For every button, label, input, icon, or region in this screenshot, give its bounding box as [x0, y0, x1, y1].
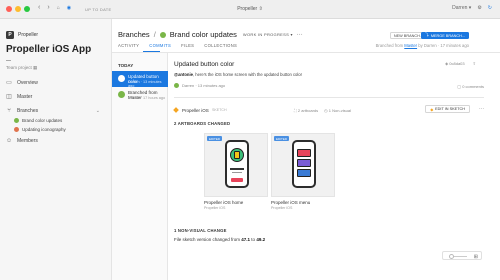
breadcrumb: Branches / Brand color updates WORK IN P… [118, 30, 303, 39]
window-titlebar: ‹ › ⌂ ◉ UP TO DATE Propeller ⇳ Darren ▾ … [0, 0, 500, 19]
tab-files[interactable]: FILES [181, 43, 194, 48]
edit-in-sketch-button[interactable]: ◆ EDIT IN SKETCH [425, 105, 470, 113]
mention[interactable]: @antonie [174, 72, 193, 77]
merge-icon: ⤵ [425, 33, 429, 37]
user-menu[interactable]: Darren ▾ [452, 5, 471, 11]
phone-menu-preview [292, 140, 316, 188]
more-options-icon[interactable]: ··· [297, 32, 303, 38]
artboard-name: Propeller iOS home [204, 200, 244, 205]
settings-icon[interactable]: ⚙ [477, 5, 481, 11]
branch-icon: ⑂ [7, 108, 11, 114]
overview-icon: ▭ [6, 80, 12, 86]
sidebar-item-branches[interactable]: ⑂ Branches ⌄ [6, 108, 100, 114]
share-icon[interactable]: ⇪ [473, 61, 476, 66]
nonvisual-change: File sketch version changed from 47.1 to… [174, 237, 266, 242]
tab-commits[interactable]: COMMITS [149, 43, 171, 48]
artboard-doc: Propeller iOS [271, 206, 293, 210]
avatar [159, 31, 166, 38]
tab-collections[interactable]: COLLECTIONS [204, 43, 237, 48]
sidebar-item-members[interactable]: ☺ Members [6, 138, 38, 144]
commit-meta-right: ◈ 0c8da03 ⇪ [445, 61, 476, 66]
commit-detail: Updated button color ◈ 0c8da03 ⇪ @antoni… [168, 53, 500, 280]
sidebar: P Propeller Propeller iOS App Team proje… [0, 19, 112, 280]
avatar [174, 83, 179, 88]
phone-home-preview [225, 140, 249, 188]
chevron-down-icon[interactable]: ⌄ [96, 108, 100, 114]
active-tab-indicator [143, 51, 160, 52]
workspace-switcher[interactable]: P Propeller [6, 31, 38, 39]
commit-message: @antonie, here's the iOS home screen wit… [174, 72, 303, 77]
artboard-card[interactable]: EDITED Propeller iOS home Propeller iOS [204, 133, 268, 210]
zoom-slider[interactable] [449, 254, 454, 259]
nonvisual-heading: 1 NON-VISUAL CHANGE [174, 228, 227, 233]
branch-status-dropdown[interactable]: WORK IN PROGRESS ▾ [243, 32, 293, 37]
master-link[interactable]: Master [404, 43, 417, 48]
document-type: SKETCH [212, 108, 227, 112]
commit-dot-icon [118, 75, 125, 82]
document-row: Propeller iOS SKETCH ⛶ 2 artboards ◷ 1 N… [173, 103, 484, 117]
sidebar-item-overview[interactable]: ▭ Overview [6, 80, 38, 86]
branched-from-meta: Branched from Master by Darren · 17 minu… [375, 43, 469, 48]
refresh-icon[interactable]: ↻ [488, 5, 492, 11]
edited-badge: EDITED [274, 136, 290, 141]
artboard-thumbnail: EDITED [204, 133, 268, 197]
artboard-count: ⛶ 2 artboards [294, 108, 319, 113]
avatar [14, 127, 19, 132]
zoom-control[interactable]: ⊞ [442, 251, 482, 260]
commit-list: TODAY Updated button color Darren · 13 m… [112, 53, 168, 280]
comment-icon: ▢ [457, 84, 462, 89]
breadcrumb-branches[interactable]: Branches [118, 30, 150, 39]
sidebar-branch-item[interactable]: Brand color updates [14, 118, 62, 123]
titlebar-right: Darren ▾ ⚙ ↻ [452, 5, 492, 11]
artboard-name: Propeller iOS menu [271, 200, 311, 205]
artboard-card[interactable]: EDITED Propeller iOS menu Propeller iOS [271, 133, 335, 210]
commit-author: Darren · 13 minutes ago [174, 83, 225, 88]
branch-name: Brand color updates [169, 30, 237, 39]
branch-tabs: ACTIVITY COMMITS FILES COLLECTIONS [118, 43, 237, 48]
grid-icon[interactable]: ⊞ [474, 254, 478, 260]
avatar [14, 118, 19, 123]
master-icon: ◫ [6, 94, 12, 100]
sketch-icon: ◆ [430, 107, 434, 112]
commit-item[interactable]: Updated button color Darren · 13 minutes… [112, 71, 168, 88]
title-divider [6, 60, 11, 61]
artboards-heading: 2 ARTBOARDS CHANGED [174, 121, 231, 126]
window-title[interactable]: Propeller ⇳ [0, 6, 500, 12]
brand-logo-icon: P [6, 31, 14, 39]
more-options-icon[interactable]: ··· [479, 106, 484, 112]
tab-activity[interactable]: ACTIVITY [118, 43, 139, 48]
artboard-doc: Propeller iOS [204, 206, 226, 210]
sidebar-item-master[interactable]: ◫ Master [6, 94, 32, 100]
team-project-label: Team project ▦ [6, 65, 38, 70]
commit-item[interactable]: Branched from Master Darren · 17 hours a… [112, 87, 168, 103]
edited-badge: EDITED [207, 136, 223, 141]
commit-group-label: TODAY [118, 63, 134, 68]
members-icon: ☺ [6, 138, 13, 144]
commit-hash[interactable]: ◈ 0c8da03 [445, 61, 465, 66]
artboard-thumbnail: EDITED [271, 133, 335, 197]
document-name[interactable]: Propeller iOS [182, 108, 209, 113]
nonvisual-count: ◷ 1 Non-visual [324, 108, 351, 113]
comments-link[interactable]: ▢ 0 comments [457, 84, 484, 89]
avatar [118, 91, 125, 98]
sidebar-branch-item[interactable]: Updating iconography [14, 127, 66, 132]
branch-header: Branches / Brand color updates WORK IN P… [112, 19, 500, 53]
divider [174, 97, 484, 98]
commit-title: Updated button color [174, 61, 235, 68]
merge-branch-button[interactable]: ⤵ MERGE BRANCH... [421, 32, 469, 39]
brand-name: Propeller [18, 32, 39, 38]
document-stats: ⛶ 2 artboards ◷ 1 Non-visual [294, 108, 351, 113]
sketch-file-icon [173, 107, 179, 113]
project-title: Propeller iOS App [6, 44, 92, 55]
